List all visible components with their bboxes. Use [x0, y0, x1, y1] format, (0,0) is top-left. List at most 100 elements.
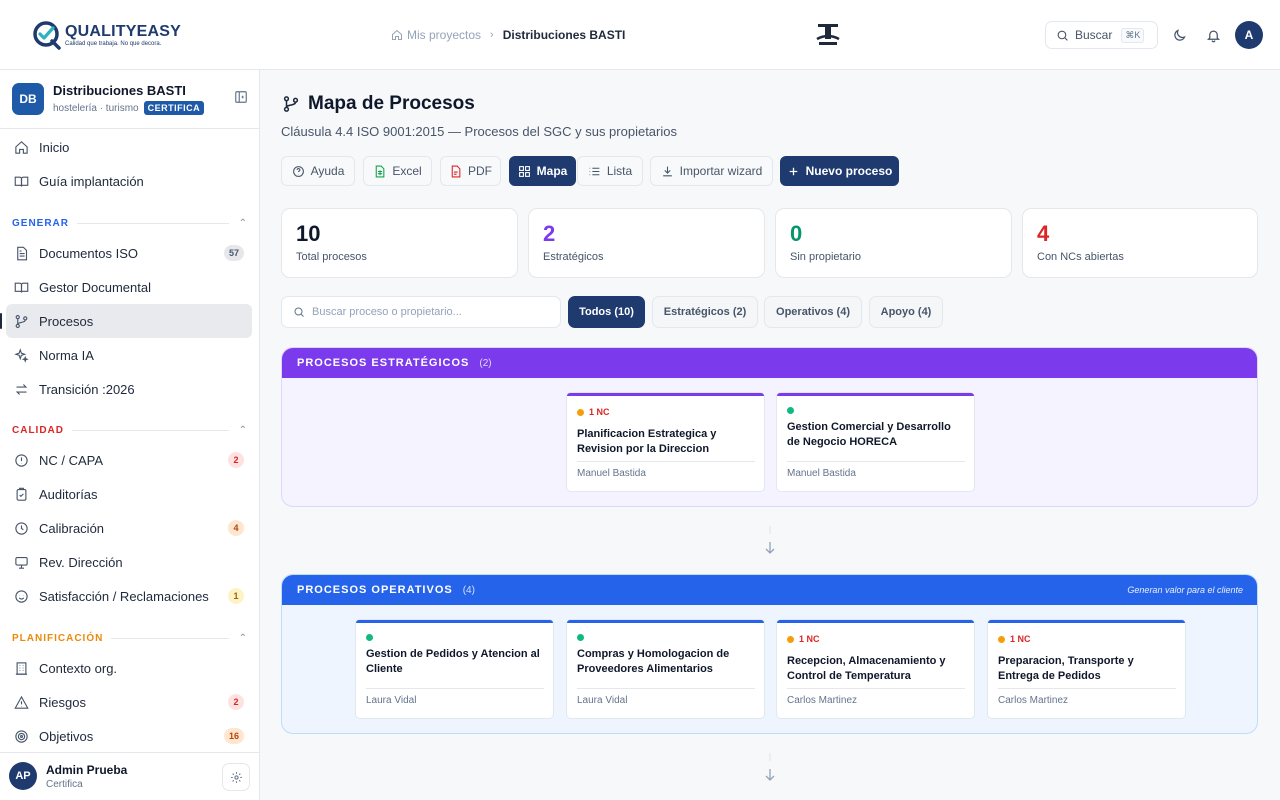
monitor-icon	[15, 556, 28, 569]
group-title: PROCESOS ESTRATÉGICOS	[297, 357, 470, 369]
org-switcher[interactable]: DB Distribuciones BASTI hostelería · tur…	[12, 82, 248, 116]
sidebar-item-label: Inicio	[39, 139, 70, 155]
sidebar-item-nc-capa[interactable]: NC / CAPA 2	[6, 443, 252, 477]
process-card[interactable]: Compras y Homologacion de Proveedores Al…	[566, 619, 765, 719]
export-excel-button[interactable]: Excel	[363, 156, 432, 186]
stat-value: 10	[296, 221, 321, 246]
export-pdf-button[interactable]: PDF	[440, 156, 501, 186]
process-owner: Carlos Martinez	[787, 695, 858, 706]
sidebar-item-transicion[interactable]: Transición :2026	[6, 372, 252, 406]
git-branch-icon	[15, 314, 28, 328]
sidebar-item-label: Auditorías	[39, 486, 98, 502]
grid-icon	[518, 165, 530, 177]
flow-arrow-down-icon	[762, 526, 778, 556]
count-badge: 57	[223, 245, 244, 261]
chevron-up-icon: ⌃	[238, 217, 248, 229]
process-search-input[interactable]: Buscar proceso o propietario...	[281, 296, 561, 328]
stat-card-open-ncs: 4 Con NCs abiertas	[1022, 208, 1258, 278]
count-badge: 1	[228, 588, 244, 604]
moon-icon	[1173, 28, 1186, 41]
pdf-label: PDF	[468, 164, 492, 178]
sidebar-item-norma-ia[interactable]: Norma IA	[6, 338, 252, 372]
page-subtitle: Cláusula 4.4 ISO 9001:2015 — Procesos de…	[281, 124, 677, 139]
sidebar-item-inicio[interactable]: Inicio	[6, 130, 252, 164]
company-emblem-icon	[815, 22, 841, 48]
sidebar-item-documentos-iso[interactable]: Documentos ISO 57	[6, 236, 252, 270]
process-owner: Laura Vidal	[366, 695, 417, 706]
global-search-button[interactable]: Buscar ⌘K	[1045, 21, 1158, 49]
plus-icon	[789, 167, 797, 175]
section-header-generar[interactable]: GENERAR ⌃	[12, 216, 248, 230]
sidebar-item-objetivos[interactable]: Objetivos 16	[6, 719, 252, 753]
new-process-button[interactable]: Nuevo proceso	[780, 156, 899, 186]
sidebar-item-calibracion[interactable]: Calibración 4	[6, 511, 252, 545]
count-badge: 2	[228, 452, 244, 468]
stat-label: Con NCs abiertas	[1037, 251, 1124, 263]
filter-chip-operational[interactable]: Operativos (4)	[764, 296, 862, 328]
sidebar-item-guia[interactable]: Guía implantación	[6, 164, 252, 198]
view-list-button[interactable]: Lista	[577, 156, 643, 186]
logo-q-icon	[32, 20, 62, 50]
sidebar-item-satisfaccion[interactable]: Satisfacción / Reclamaciones 1	[6, 579, 252, 613]
avatar[interactable]: AP	[9, 762, 37, 790]
sidebar-item-label: Calibración	[39, 520, 105, 536]
sidebar-item-contexto[interactable]: Contexto org.	[6, 651, 252, 685]
section-title: GENERAR	[12, 217, 70, 229]
breadcrumb: Mis proyectos › Distribuciones BASTI	[391, 28, 625, 42]
notifications-button[interactable]	[1203, 25, 1223, 45]
settings-button[interactable]	[222, 763, 250, 791]
nc-status: 1 NC	[577, 407, 610, 417]
brand-logo[interactable]: QUALITYEASY Calidad que trabaja. No que …	[32, 20, 181, 50]
sidebar-item-label: Satisfacción / Reclamaciones	[39, 588, 209, 604]
download-icon	[662, 166, 672, 176]
sidebar-item-label: NC / CAPA	[39, 452, 104, 468]
section-title: PLANIFICACIÓN	[12, 632, 104, 644]
filter-chip-all[interactable]: Todos (10)	[568, 296, 645, 328]
import-wizard-button[interactable]: Importar wizard	[650, 156, 773, 186]
status-dot	[787, 635, 794, 643]
arrows-swap-icon	[15, 383, 28, 395]
filter-chip-strategic[interactable]: Estratégicos (2)	[652, 296, 758, 328]
chevron-up-icon: ⌃	[238, 632, 248, 644]
search-icon	[294, 307, 304, 317]
sidebar-collapse-icon	[235, 91, 247, 103]
chevron-right-icon: ›	[490, 29, 494, 41]
group-header: PROCESOS OPERATIVOS (4) Generan valor pa…	[282, 575, 1257, 605]
group-note: Generan valor para el cliente	[1127, 585, 1243, 595]
breadcrumb-projects-link[interactable]: Mis proyectos	[391, 28, 481, 42]
sidebar-item-riesgos[interactable]: Riesgos 2	[6, 685, 252, 719]
user-name: Admin Prueba	[46, 763, 128, 777]
process-title: Compras y Homologacion de Proveedores Al…	[577, 648, 730, 675]
sidebar-item-auditorias[interactable]: Auditorías	[6, 477, 252, 511]
sidebar-item-label: Contexto org.	[39, 660, 118, 676]
book-open-icon	[14, 282, 29, 293]
user-avatar[interactable]: A	[1235, 21, 1263, 49]
sidebar-item-rev-direccion[interactable]: Rev. Dirección	[6, 545, 252, 579]
search-label: Buscar	[1075, 28, 1113, 42]
sidebar-item-gestor-documental[interactable]: Gestor Documental	[6, 270, 252, 304]
active-indicator	[0, 313, 2, 329]
filter-chip-support[interactable]: Apoyo (4)	[869, 296, 943, 328]
process-card[interactable]: 1 NC Planificacion Estrategica y Revisio…	[566, 392, 765, 492]
stat-label: Total procesos	[296, 251, 367, 263]
stat-card-total: 10 Total procesos	[281, 208, 518, 278]
dark-mode-toggle[interactable]	[1169, 25, 1189, 45]
process-card[interactable]: 1 NC Preparacion, Transporte y Entrega d…	[987, 619, 1186, 719]
process-card[interactable]: Gestion de Pedidos y Atencion al Cliente…	[355, 619, 554, 719]
section-header-planificacion[interactable]: PLANIFICACIÓN ⌃	[12, 631, 248, 645]
stat-value: 2	[543, 221, 556, 246]
breadcrumb-current: Distribuciones BASTI	[502, 28, 626, 42]
file-pdf-icon	[451, 165, 461, 177]
sidebar-item-label: Documentos ISO	[39, 245, 138, 261]
process-card[interactable]: Gestion Comercial y Desarrollo de Negoci…	[776, 392, 975, 492]
help-button[interactable]: Ayuda	[281, 156, 355, 186]
warning-triangle-icon	[14, 695, 29, 709]
section-header-calidad[interactable]: CALIDAD ⌃	[12, 423, 248, 437]
sidebar-item-procesos[interactable]: Procesos	[6, 304, 252, 338]
process-owner: Laura Vidal	[577, 695, 628, 706]
process-card[interactable]: 1 NC Recepcion, Almacenamiento y Control…	[776, 619, 975, 719]
collapse-sidebar-button[interactable]	[234, 90, 248, 104]
new-process-label: Nuevo proceso	[805, 164, 893, 178]
count-badge: 16	[223, 728, 244, 744]
view-map-button[interactable]: Mapa	[509, 156, 576, 186]
